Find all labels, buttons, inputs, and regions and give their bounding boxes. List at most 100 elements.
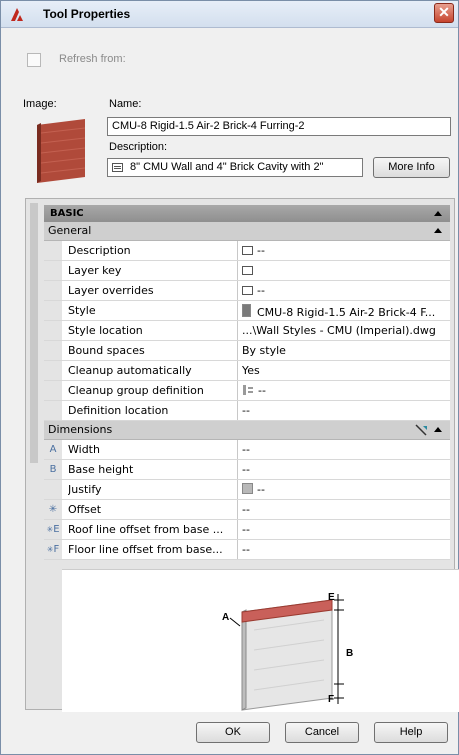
diagram-label-f: F — [328, 694, 334, 705]
refresh-label: Refresh from: — [59, 53, 126, 65]
row-gutter — [44, 480, 62, 499]
property-row-justify[interactable]: Justify -- — [44, 480, 450, 500]
divider — [237, 540, 238, 559]
cleanup-group-icon — [243, 385, 253, 395]
refresh-checkbox[interactable] — [27, 53, 41, 67]
divider — [237, 440, 238, 459]
value-text: -- — [258, 384, 266, 397]
property-key: Bound spaces — [68, 344, 145, 357]
property-row-roof-line-offset[interactable]: ✳E Roof line offset from base ... -- — [44, 520, 450, 540]
property-value[interactable]: Yes — [242, 364, 448, 377]
title-bar: Tool Properties ✕ — [1, 1, 458, 28]
property-value[interactable]: -- — [242, 543, 448, 556]
row-gutter — [44, 401, 62, 420]
property-key: Layer key — [68, 264, 122, 277]
property-value[interactable]: CMU-8 Rigid-1.5 Air-2 Brick-4 F... — [242, 304, 448, 319]
tool-properties-window: Tool Properties ✕ Refresh from: Image: N… — [0, 0, 459, 755]
property-row-cleanup-automatically[interactable]: Cleanup automatically Yes — [44, 361, 450, 381]
property-row-style[interactable]: Style CMU-8 Rigid-1.5 Air-2 Brick-4 F... — [44, 301, 450, 321]
property-row-base-height[interactable]: B Base height -- — [44, 460, 450, 480]
text-document-icon — [242, 246, 253, 255]
divider — [237, 341, 238, 360]
row-gutter — [44, 341, 62, 360]
property-value[interactable]: -- — [242, 284, 448, 297]
divider — [237, 301, 238, 320]
divider — [237, 321, 238, 340]
property-row-floor-line-offset[interactable]: ✳F Floor line offset from base... -- — [44, 540, 450, 560]
snowflake-icon: ✳ — [48, 504, 58, 515]
name-input[interactable]: CMU-8 Rigid-1.5 Air-2 Brick-4 Furring-2 — [107, 117, 451, 136]
property-row-width[interactable]: A Width -- — [44, 440, 450, 460]
divider — [237, 261, 238, 280]
property-row-description[interactable]: Description -- — [44, 241, 450, 261]
property-key: Cleanup group definition — [68, 384, 204, 397]
image-label: Image: — [23, 98, 57, 110]
divider — [237, 520, 238, 539]
property-row-style-location[interactable]: Style location ...\Wall Styles - CMU (Im… — [44, 321, 450, 341]
basic-label: BASIC — [50, 208, 84, 219]
property-row-layer-overrides[interactable]: Layer overrides -- — [44, 281, 450, 301]
basic-header[interactable]: BASIC — [44, 205, 450, 222]
property-key: Justify — [68, 483, 102, 496]
close-button[interactable]: ✕ — [434, 3, 454, 23]
row-gutter-letter: F — [53, 544, 60, 555]
property-value[interactable]: -- — [242, 463, 448, 476]
collapse-arrow-icon[interactable] — [434, 211, 442, 216]
justify-swatch-icon — [242, 483, 253, 494]
property-value[interactable]: -- — [242, 443, 448, 456]
text-document-icon — [242, 286, 253, 295]
property-value[interactable]: ...\Wall Styles - CMU (Imperial).dwg — [242, 324, 448, 337]
text-document-icon — [242, 266, 253, 275]
property-row-layer-key[interactable]: Layer key — [44, 261, 450, 281]
row-gutter-letter: A — [44, 440, 62, 459]
property-value[interactable] — [242, 264, 448, 277]
name-label: Name: — [109, 98, 142, 110]
dimensions-category[interactable]: Dimensions — [44, 421, 450, 440]
divider — [237, 281, 238, 300]
ok-button[interactable]: OK — [196, 722, 270, 743]
value-text: -- — [257, 483, 265, 496]
property-value[interactable]: -- — [242, 384, 448, 397]
collapse-arrow-icon[interactable] — [434, 228, 442, 233]
property-value[interactable]: -- — [242, 523, 448, 536]
row-gutter — [44, 361, 62, 380]
property-key: Offset — [68, 503, 102, 516]
property-row-offset[interactable]: ✳ Offset -- — [44, 500, 450, 520]
divider — [237, 381, 238, 400]
row-gutter-letter: E — [53, 524, 60, 535]
property-key: Definition location — [68, 404, 169, 417]
property-key: Style — [68, 304, 96, 317]
general-category[interactable]: General — [44, 222, 450, 241]
wall-dimension-diagram: E B F A — [62, 569, 459, 712]
divider — [237, 460, 238, 479]
text-document-icon — [112, 163, 123, 172]
divider — [237, 500, 238, 519]
property-value[interactable]: By style — [242, 344, 448, 357]
value-text: -- — [257, 284, 265, 297]
cancel-button[interactable]: Cancel — [285, 722, 359, 743]
property-value[interactable]: -- — [242, 244, 448, 257]
row-gutter: ✳E — [44, 520, 62, 539]
properties-panel: BASIC General Description -- Layer key L… — [25, 198, 459, 712]
property-row-definition-location[interactable]: Definition location -- — [44, 401, 450, 421]
row-gutter: ✳ — [44, 500, 62, 519]
property-value[interactable]: -- — [242, 503, 448, 516]
property-key: Floor line offset from base... — [68, 543, 223, 556]
general-label: General — [48, 224, 92, 237]
palette-scroll-strip[interactable] — [30, 203, 38, 463]
description-input[interactable]: 8" CMU Wall and 4" Brick Cavity with 2" — [107, 158, 363, 177]
row-gutter — [44, 241, 62, 260]
collapse-arrow-icon[interactable] — [434, 427, 442, 432]
property-value[interactable]: -- — [242, 404, 448, 417]
description-label: Description: — [109, 141, 168, 153]
tool-thumbnail[interactable] — [33, 117, 89, 185]
help-button[interactable]: Help — [374, 722, 448, 743]
pick-dimension-icon[interactable] — [415, 424, 428, 436]
value-text: CMU-8 Rigid-1.5 Air-2 Brick-4 F... — [257, 306, 436, 319]
property-row-bound-spaces[interactable]: Bound spaces By style — [44, 341, 450, 361]
property-value[interactable]: -- — [242, 483, 448, 496]
row-gutter — [44, 281, 62, 300]
close-icon: ✕ — [438, 4, 450, 20]
property-row-cleanup-group[interactable]: Cleanup group definition -- — [44, 381, 450, 401]
more-info-button[interactable]: More Info — [373, 157, 450, 178]
